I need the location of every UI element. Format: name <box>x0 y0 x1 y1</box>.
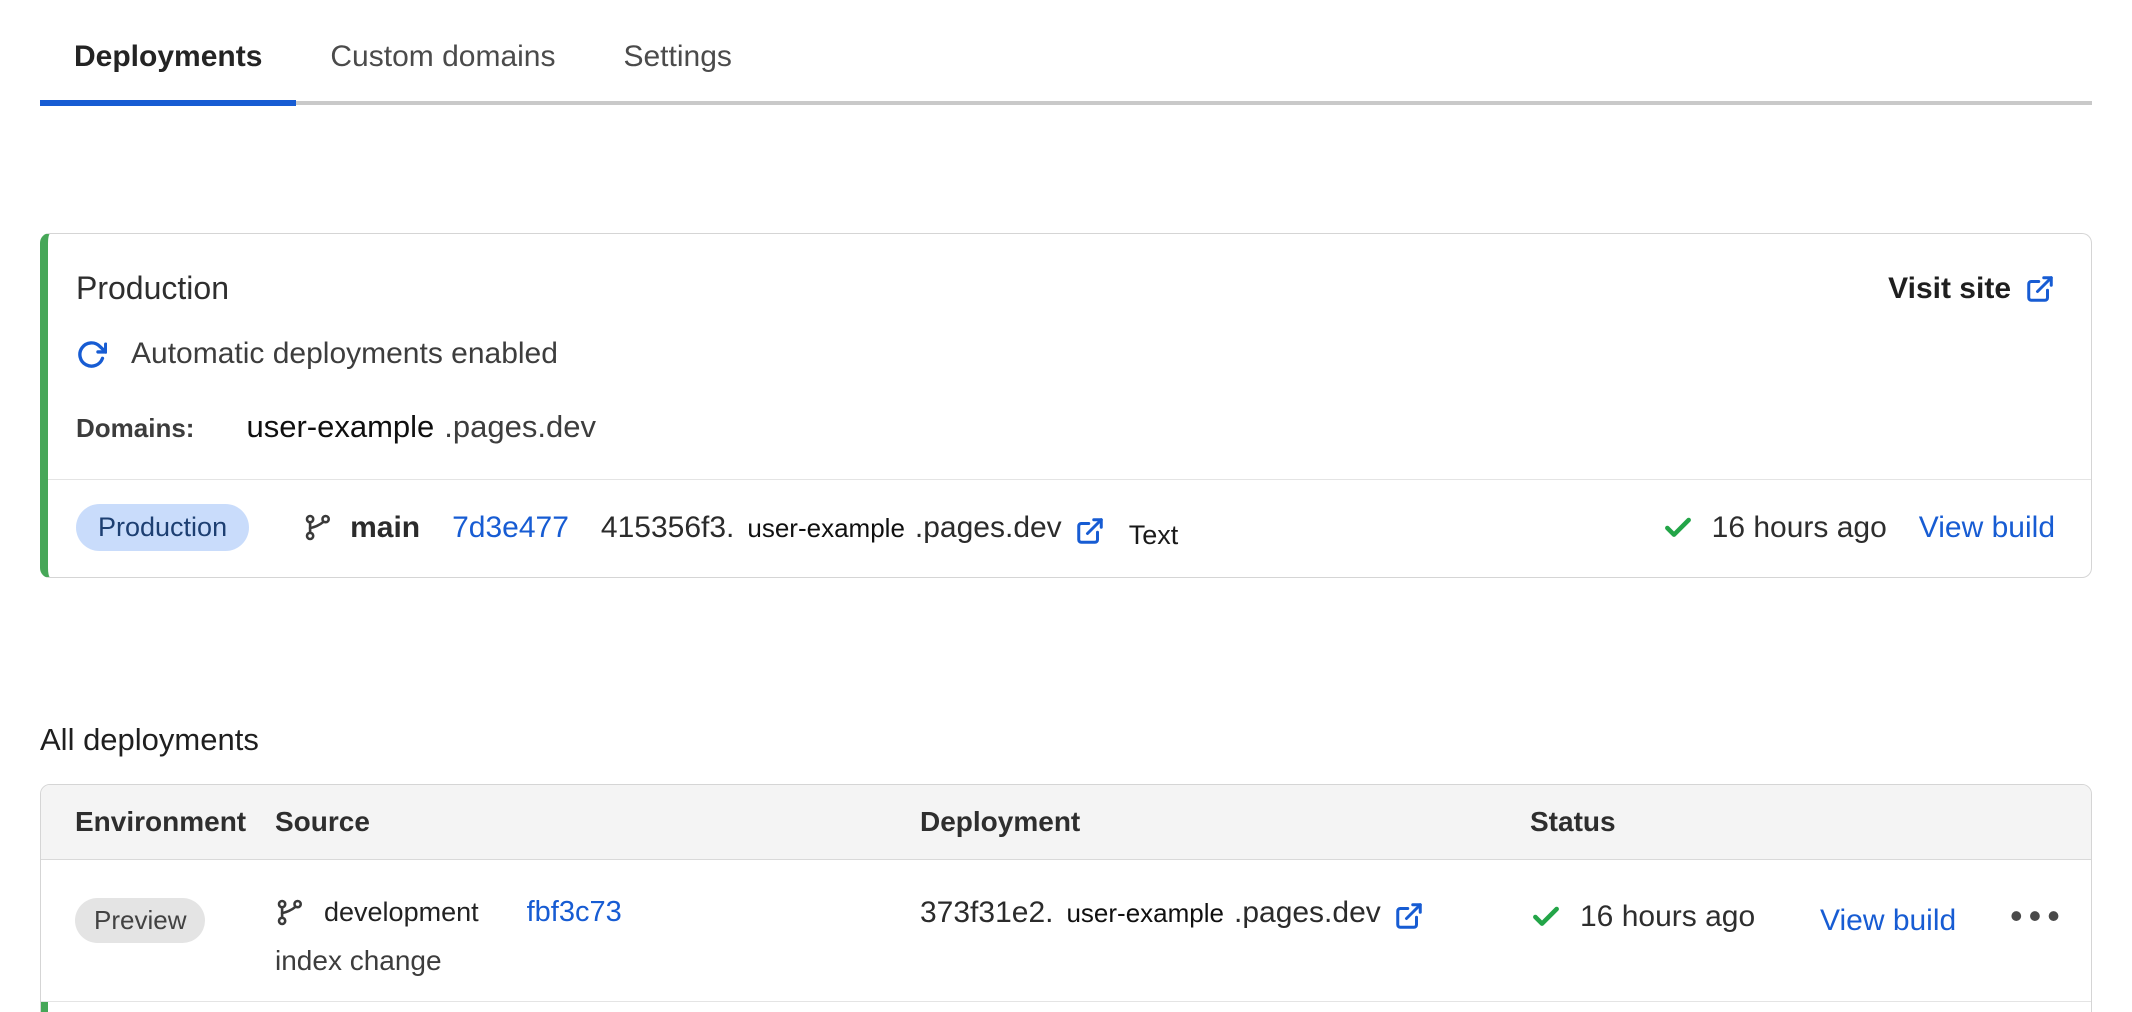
success-check-icon <box>1530 901 1562 933</box>
tab-custom-domains[interactable]: Custom domains <box>296 24 589 106</box>
environment-badge: Preview <box>75 898 205 943</box>
annotation-text: Text <box>1129 520 1179 551</box>
commit-message: index change <box>275 945 920 977</box>
deployment-domain: user-example <box>747 513 905 544</box>
git-branch-icon <box>303 512 334 543</box>
production-deployment-row: Production main 7d3e477 415356f3. user-e… <box>48 480 2091 577</box>
auto-deployments-text: Automatic deployments enabled <box>131 337 558 371</box>
column-header-environment: Environment <box>75 806 275 838</box>
production-card-body: Production Visit site Automatic deployme… <box>48 234 2091 479</box>
commit-link[interactable]: 7d3e477 <box>452 511 569 545</box>
deployment-hash: 415356f3. <box>601 511 734 545</box>
production-card: Production Visit site Automatic deployme… <box>40 233 2092 578</box>
deployment-time: 16 hours ago <box>1580 900 1755 934</box>
external-link-icon[interactable] <box>1075 516 1105 546</box>
domain-name: user-example <box>246 409 434 445</box>
domain-suffix: .pages.dev <box>444 409 596 445</box>
domains-label: Domains: <box>76 413 194 444</box>
deployments-table: Environment Source Deployment Status Pre… <box>40 784 2092 1012</box>
view-build-link[interactable]: View build <box>1919 511 2055 545</box>
deployment-time: 16 hours ago <box>1712 511 1887 545</box>
production-title: Production <box>76 270 229 307</box>
branch-name: main <box>350 511 420 545</box>
environment-badge: Production <box>76 504 249 551</box>
column-header-source: Source <box>275 806 920 838</box>
tab-bar: Deployments Custom domains Settings <box>40 0 2092 105</box>
column-header-status: Status <box>1530 806 1820 838</box>
deployment-url: 373f31e2. user-example .pages.dev <box>920 896 1424 930</box>
deployment-suffix: .pages.dev <box>915 511 1062 545</box>
deployment-hash: 373f31e2. <box>920 896 1053 930</box>
all-deployments-title: All deployments <box>40 722 2092 758</box>
table-row: Preview development fbf3c73 index change… <box>41 860 2091 1002</box>
tab-deployments[interactable]: Deployments <box>40 24 296 106</box>
visit-site-label: Visit site <box>1888 272 2011 306</box>
column-header-deployment: Deployment <box>920 806 1530 838</box>
git-branch-icon <box>275 897 306 928</box>
success-check-icon <box>1662 512 1694 544</box>
table-header-row: Environment Source Deployment Status <box>41 785 2091 860</box>
next-row-indicator <box>41 1002 2091 1012</box>
visit-site-link[interactable]: Visit site <box>1888 272 2055 306</box>
branch-name: development <box>324 897 479 928</box>
deployment-domain: user-example <box>1066 898 1224 929</box>
tab-settings[interactable]: Settings <box>589 24 765 106</box>
external-link-icon[interactable] <box>1394 901 1424 931</box>
more-options-icon[interactable]: ••• <box>2010 898 2066 934</box>
external-link-icon <box>2025 274 2055 304</box>
refresh-icon <box>76 339 107 370</box>
deployment-url: 415356f3. user-example .pages.dev <box>601 511 1105 545</box>
deployment-suffix: .pages.dev <box>1234 896 1381 930</box>
view-build-link[interactable]: View build <box>1820 904 1956 937</box>
commit-link[interactable]: fbf3c73 <box>527 896 622 929</box>
